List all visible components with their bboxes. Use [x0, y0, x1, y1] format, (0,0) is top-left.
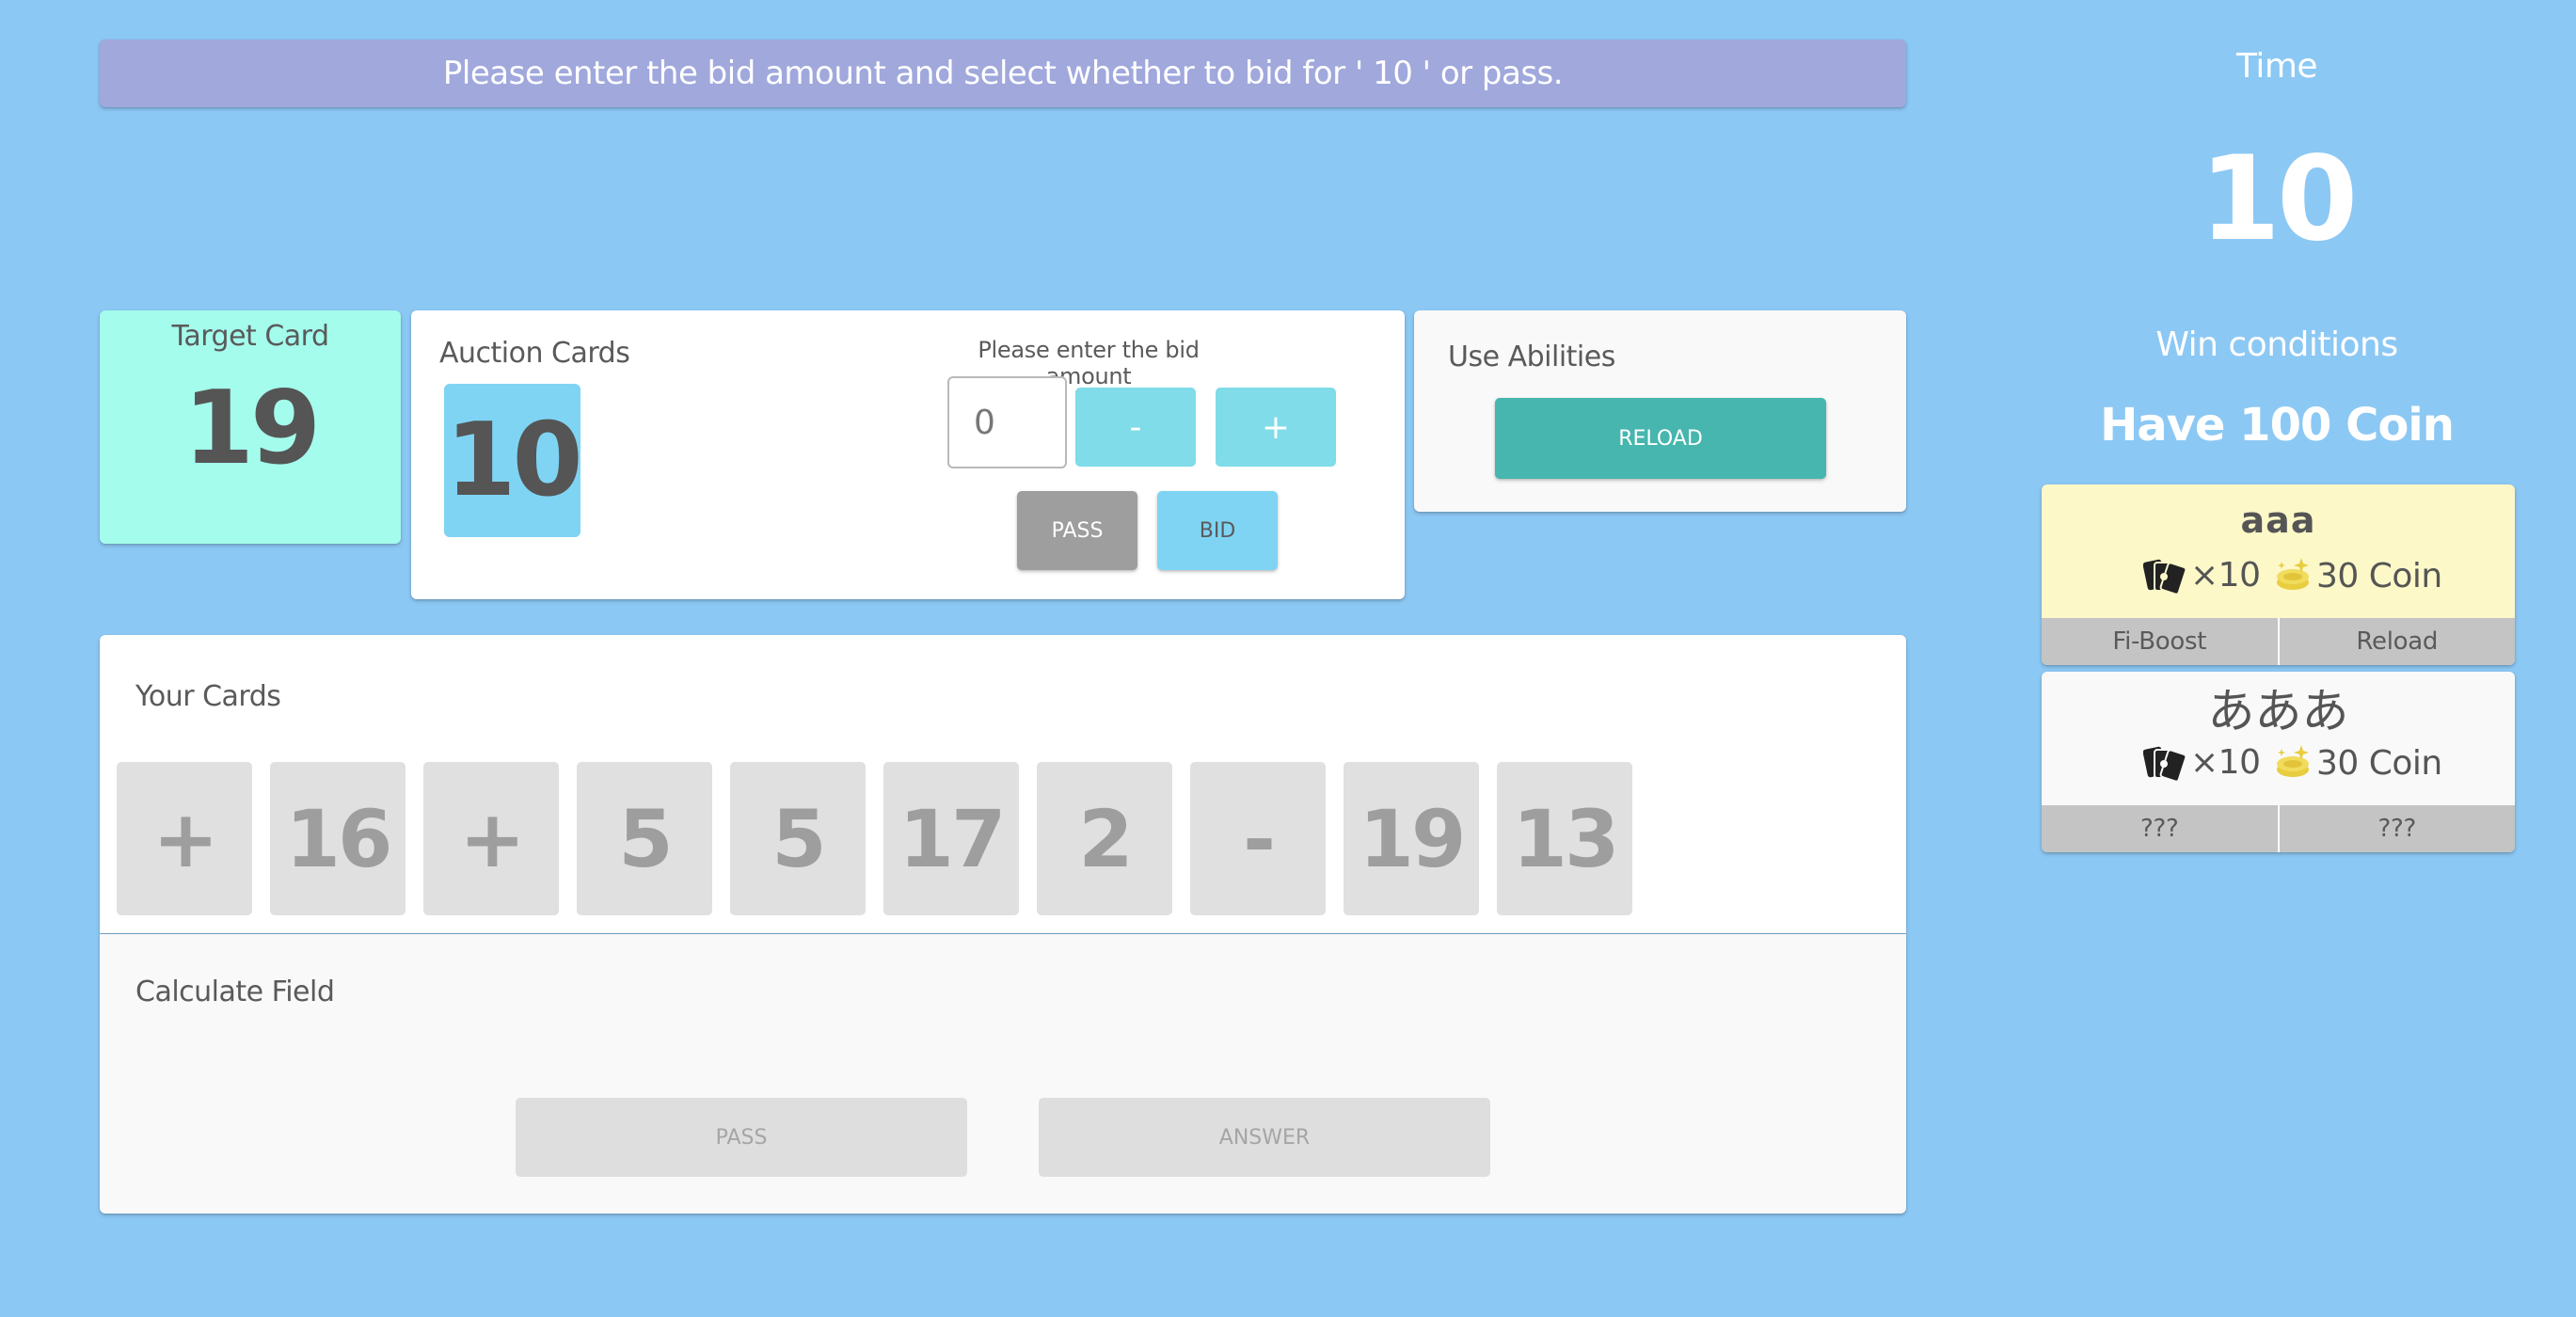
hand-card[interactable]: 2 — [1037, 762, 1172, 915]
hand-card[interactable]: + — [423, 762, 559, 915]
coin-count-value: 30 Coin — [2316, 556, 2442, 595]
hand-card[interactable]: 19 — [1344, 762, 1479, 915]
target-card-value: 19 — [183, 370, 321, 487]
hand-card[interactable]: 17 — [883, 762, 1019, 915]
hand-card-list: + 16 + 5 5 17 2 - 19 13 — [117, 762, 1632, 915]
pass-button[interactable]: PASS — [1017, 491, 1137, 570]
player-ability: Reload — [2277, 618, 2515, 665]
coin-count: 30 Coin — [2273, 556, 2442, 595]
calculate-field-panel: Calculate Field PASS ANSWER — [100, 934, 1906, 1214]
use-abilities-title: Use Abilities — [1448, 341, 1615, 373]
calculate-pass-button[interactable]: PASS — [516, 1098, 967, 1177]
increase-bid-button[interactable]: + — [1216, 388, 1336, 467]
player-name: あああ — [2207, 684, 2349, 738]
your-cards-title: Your Cards — [135, 680, 281, 713]
abilities-panel: Use Abilities RELOAD — [1414, 310, 1906, 512]
hand-card[interactable]: + — [117, 762, 252, 915]
bid-button[interactable]: BID — [1157, 491, 1278, 570]
card-count-value: ×10 — [2190, 556, 2261, 595]
player-name: aaa — [2240, 500, 2316, 541]
card-count: ×10 — [2143, 556, 2261, 595]
player-ability: Fi-Boost — [2042, 618, 2278, 665]
hand-card[interactable]: 13 — [1497, 762, 1632, 915]
target-card-label: Target Card — [171, 320, 329, 353]
hand-card[interactable]: 5 — [730, 762, 866, 915]
player-ability: ??? — [2277, 805, 2515, 852]
instruction-banner: Please enter the bid amount and select w… — [100, 40, 1906, 107]
hand-card[interactable]: - — [1190, 762, 1326, 915]
cards-icon — [2143, 746, 2186, 782]
player-card: aaa ×10 30 Coin Fi-Boost Reload — [2042, 484, 2515, 665]
auction-card: 10 — [444, 384, 583, 537]
card-count: ×10 — [2143, 743, 2261, 782]
player-ability: ??? — [2042, 805, 2278, 852]
coin-count-value: 30 Coin — [2316, 743, 2442, 783]
time-label: Time — [2235, 47, 2318, 86]
your-cards-panel: Your Cards + 16 + 5 5 17 2 - 19 13 — [100, 635, 1906, 933]
target-card: Target Card 19 — [100, 310, 401, 544]
win-conditions-label: Win conditions — [2155, 325, 2398, 364]
calculate-field-title: Calculate Field — [135, 976, 335, 1008]
hand-card[interactable]: 5 — [577, 762, 712, 915]
auction-cards-title: Auction Cards — [439, 337, 630, 370]
answer-button[interactable]: ANSWER — [1039, 1098, 1490, 1177]
coin-icon — [2277, 745, 2309, 777]
auction-panel: Auction Cards 10 Please enter the bid am… — [411, 310, 1405, 599]
bid-amount-input[interactable] — [947, 376, 1067, 468]
cards-icon — [2143, 559, 2186, 595]
time-remaining: 10 — [2199, 132, 2359, 267]
card-count-value: ×10 — [2190, 743, 2261, 782]
coin-count: 30 Coin — [2273, 743, 2442, 783]
reload-ability-button[interactable]: RELOAD — [1495, 398, 1826, 479]
decrease-bid-button[interactable]: - — [1075, 388, 1196, 467]
player-card: あああ ×10 30 Coin ??? ??? — [2042, 672, 2515, 852]
win-condition-value: Have 100 Coin — [2100, 399, 2455, 452]
hand-card[interactable]: 16 — [270, 762, 405, 915]
coin-icon — [2277, 558, 2309, 590]
